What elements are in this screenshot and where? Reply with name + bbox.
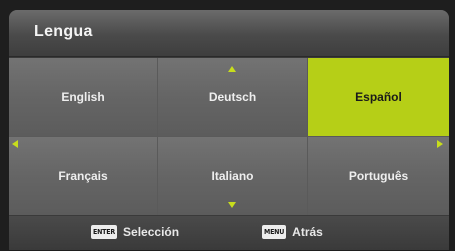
dialog-title: Lengua [34,23,93,40]
enter-key-icon: ENTER [91,225,118,239]
language-grid: English Deutsch Español Français Italian… [9,58,449,215]
language-option-francais[interactable]: Français [9,137,157,215]
language-option-english[interactable]: English [9,58,157,136]
language-option-espanol[interactable]: Español [308,58,449,136]
hint-back: MENU Atrás [262,225,323,239]
language-label: Italiano [211,169,254,183]
hint-back-label: Atrás [292,225,323,239]
language-label: Français [58,169,108,183]
hint-select: ENTER Selección [91,225,179,239]
language-label: English [61,90,105,104]
hint-select-label: Selección [123,225,180,239]
arrow-left-icon[interactable] [12,140,18,148]
language-label: Español [355,90,402,104]
language-dialog: Lengua English Deutsch Español Français … [9,10,449,250]
language-label: Deutsch [208,90,257,104]
title-bar: Lengua [9,10,449,57]
menu-key-icon: MENU [262,225,287,239]
arrow-down-icon[interactable] [228,202,236,208]
footer-bar: ENTER Selección MENU Atrás [9,216,449,250]
language-option-portugues[interactable]: Português [308,137,449,215]
arrow-up-icon[interactable] [228,66,236,72]
arrow-right-icon[interactable] [437,140,443,148]
language-label: Português [348,169,409,183]
screen-frame: Lengua English Deutsch Español Français … [0,0,455,251]
